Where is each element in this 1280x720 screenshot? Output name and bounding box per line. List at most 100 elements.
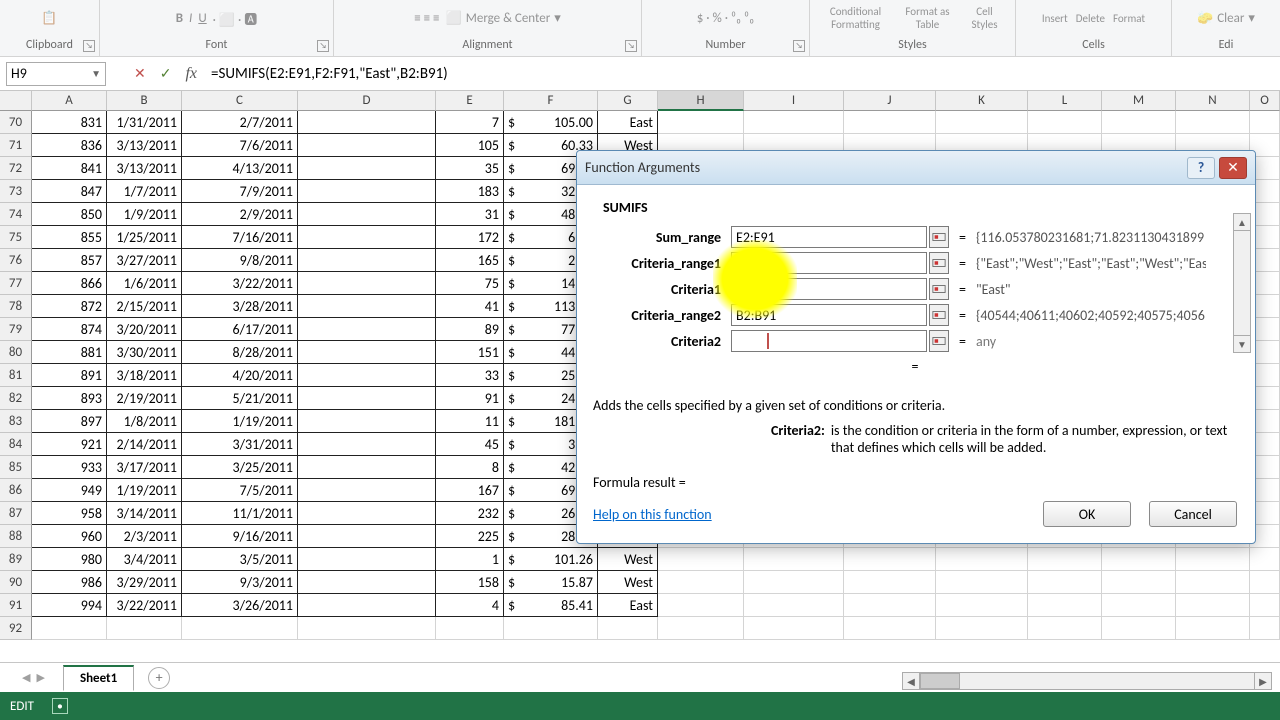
cell[interactable]: 3/20/2011 [107,318,182,341]
cell[interactable] [298,318,436,341]
cell[interactable] [298,203,436,226]
cell[interactable]: 2/9/2011 [182,203,298,226]
cell[interactable]: 4/13/2011 [182,157,298,180]
cell[interactable] [298,502,436,525]
column-header[interactable]: A [32,91,107,111]
cell[interactable] [658,548,744,571]
row-header[interactable]: 83 [0,410,32,433]
name-box[interactable]: H9 ▼ [6,62,106,86]
scroll-up-icon[interactable]: ▲ [1233,213,1251,231]
cell[interactable]: 3/22/2011 [107,594,182,617]
cell[interactable]: 7/9/2011 [182,180,298,203]
cell[interactable] [1250,548,1280,571]
cell[interactable]: $15.87 [504,571,598,594]
cell[interactable] [298,295,436,318]
cell[interactable] [298,134,436,157]
add-sheet-button[interactable]: + [148,667,170,689]
cell[interactable]: 841 [32,157,107,180]
arg-input-criteria_range2[interactable] [731,304,927,326]
column-header[interactable]: D [298,91,436,111]
cell[interactable]: 857 [32,249,107,272]
cell[interactable]: 3/27/2011 [107,249,182,272]
row-header[interactable]: 88 [0,525,32,548]
scrollbar-thumb[interactable] [920,673,960,689]
cell[interactable]: 11 [436,410,504,433]
cell[interactable]: 45 [436,433,504,456]
column-header[interactable]: J [844,91,936,111]
cell[interactable]: 35 [436,157,504,180]
dialog-scrollbar[interactable]: ▲ ▼ [1233,213,1251,353]
column-header[interactable]: O [1250,91,1280,111]
cell[interactable]: 158 [436,571,504,594]
arg-input-criteria2[interactable] [731,330,927,352]
cell[interactable]: 3/14/2011 [107,502,182,525]
cell[interactable] [1176,594,1250,617]
cell[interactable]: 1/19/2011 [107,479,182,502]
cell[interactable] [1250,571,1280,594]
cell[interactable] [658,571,744,594]
cell[interactable]: 7/16/2011 [182,226,298,249]
cell[interactable] [1028,617,1102,640]
cell[interactable]: 9/16/2011 [182,525,298,548]
cell[interactable] [658,617,744,640]
range-selector-icon[interactable] [929,330,949,352]
cell[interactable] [1250,594,1280,617]
help-on-function-link[interactable]: Help on this function [593,506,712,523]
cell[interactable]: 3/4/2011 [107,548,182,571]
cell[interactable]: 232 [436,502,504,525]
cancel-formula-icon[interactable]: ✕ [134,65,146,82]
cell[interactable]: $85.41 [504,594,598,617]
cell[interactable]: 831 [32,111,107,134]
cell[interactable]: 980 [32,548,107,571]
cell[interactable] [298,456,436,479]
cell[interactable]: 11/1/2011 [182,502,298,525]
row-header[interactable]: 80 [0,341,32,364]
cell[interactable]: 891 [32,364,107,387]
row-header[interactable]: 76 [0,249,32,272]
cell[interactable] [298,594,436,617]
cell[interactable] [598,617,658,640]
cell[interactable] [936,571,1028,594]
cell[interactable]: 4 [436,594,504,617]
cell[interactable]: 866 [32,272,107,295]
cell[interactable]: East [598,594,658,617]
cell[interactable]: 1 [436,548,504,571]
conditional-formatting-button[interactable]: Conditional Formatting [821,5,891,31]
cell[interactable] [936,617,1028,640]
arg-input-criteria1[interactable] [731,278,927,300]
cell[interactable] [658,111,744,134]
cell[interactable] [107,617,182,640]
cancel-button[interactable]: Cancel [1149,501,1237,527]
row-header[interactable]: 71 [0,134,32,157]
cell[interactable]: 105 [436,134,504,157]
range-selector-icon[interactable] [929,226,949,248]
cell[interactable] [298,272,436,295]
dialog-titlebar[interactable]: Function Arguments ? ✕ [577,151,1255,185]
range-selector-icon[interactable] [929,252,949,274]
cell[interactable] [844,571,936,594]
dialog-launcher-icon[interactable]: ↘ [317,40,329,52]
cell[interactable] [298,479,436,502]
cell[interactable]: 986 [32,571,107,594]
cell[interactable]: 921 [32,433,107,456]
arg-input-sum_range[interactable] [731,226,927,248]
cell[interactable] [436,617,504,640]
cell[interactable] [504,617,598,640]
cell[interactable]: 167 [436,479,504,502]
row-header[interactable]: 79 [0,318,32,341]
cell[interactable] [298,387,436,410]
cell[interactable] [298,617,436,640]
cell[interactable]: 893 [32,387,107,410]
enter-formula-icon[interactable]: ✓ [160,65,172,82]
cell[interactable] [1028,111,1102,134]
cell[interactable]: 847 [32,180,107,203]
cell[interactable]: 75 [436,272,504,295]
cell[interactable]: 172 [436,226,504,249]
cell[interactable]: 165 [436,249,504,272]
row-header[interactable]: 82 [0,387,32,410]
paste-button[interactable]: 📋 [41,0,57,36]
cell[interactable]: 7/6/2011 [182,134,298,157]
cell[interactable]: 3/28/2011 [182,295,298,318]
cell[interactable]: $105.00 [504,111,598,134]
cell[interactable] [1250,617,1280,640]
